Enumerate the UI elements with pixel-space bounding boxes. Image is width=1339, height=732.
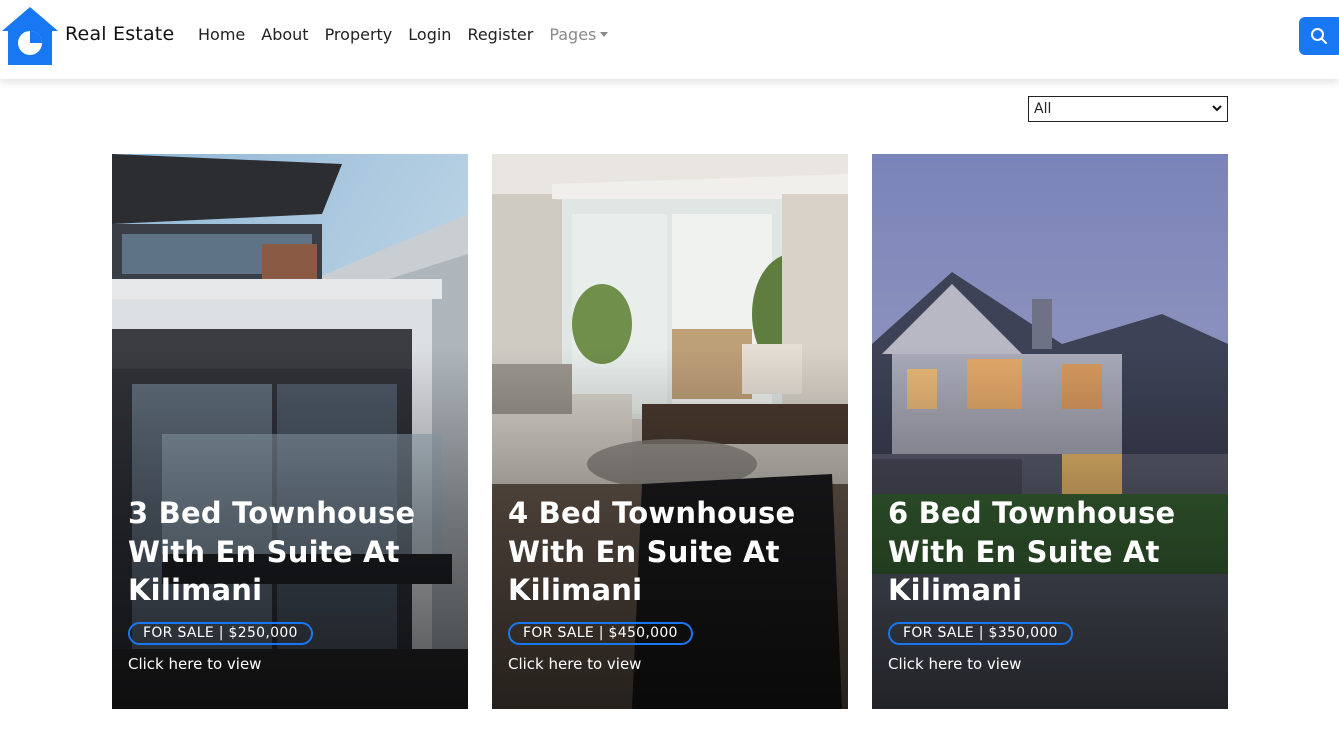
view-listing-link[interactable]: Click here to view bbox=[888, 655, 1021, 673]
nav-login[interactable]: Login bbox=[408, 24, 451, 46]
status-badge: FOR SALE | $350,000 bbox=[888, 622, 1073, 645]
nav-about[interactable]: About bbox=[261, 24, 308, 46]
nav-home[interactable]: Home bbox=[198, 24, 245, 46]
caret-down-icon bbox=[600, 32, 609, 37]
nav-pages-label: Pages bbox=[549, 25, 597, 44]
view-listing-link[interactable]: Click here to view bbox=[128, 655, 261, 673]
brand-name: Real Estate bbox=[65, 23, 175, 45]
listing-card[interactable]: 6 Bed Townhouse With En Suite At Kiliman… bbox=[872, 154, 1228, 709]
search-icon bbox=[1311, 28, 1327, 44]
listing-title: 4 Bed Townhouse With En Suite At Kiliman… bbox=[508, 496, 796, 607]
brand-link[interactable]: Real Estate bbox=[0, 5, 174, 67]
nav-pages-dropdown[interactable]: Pages bbox=[549, 24, 609, 46]
house-logo-icon bbox=[2, 7, 58, 65]
navbar: Real Estate Home About Property Login Re… bbox=[0, 0, 1339, 79]
listing-title: 6 Bed Townhouse With En Suite At Kiliman… bbox=[888, 496, 1176, 607]
main-nav: Home About Property Login Register Pages bbox=[198, 24, 624, 46]
listing-card[interactable]: 3 Bed Townhouse With En Suite At Kiliman… bbox=[112, 154, 468, 709]
filter-selected-value: All bbox=[1034, 101, 1052, 117]
listing-card[interactable]: 4 Bed Townhouse With En Suite At Kiliman… bbox=[492, 154, 848, 709]
nav-register[interactable]: Register bbox=[467, 24, 533, 46]
view-listing-link[interactable]: Click here to view bbox=[508, 655, 641, 673]
search-button[interactable] bbox=[1299, 17, 1339, 55]
status-badge: FOR SALE | $250,000 bbox=[128, 622, 313, 645]
status-badge: FOR SALE | $450,000 bbox=[508, 622, 693, 645]
listing-title: 3 Bed Townhouse With En Suite At Kiliman… bbox=[128, 496, 416, 607]
nav-property[interactable]: Property bbox=[325, 24, 393, 46]
chevron-down-icon bbox=[1212, 105, 1222, 112]
property-filter-select[interactable]: All bbox=[1028, 96, 1228, 122]
